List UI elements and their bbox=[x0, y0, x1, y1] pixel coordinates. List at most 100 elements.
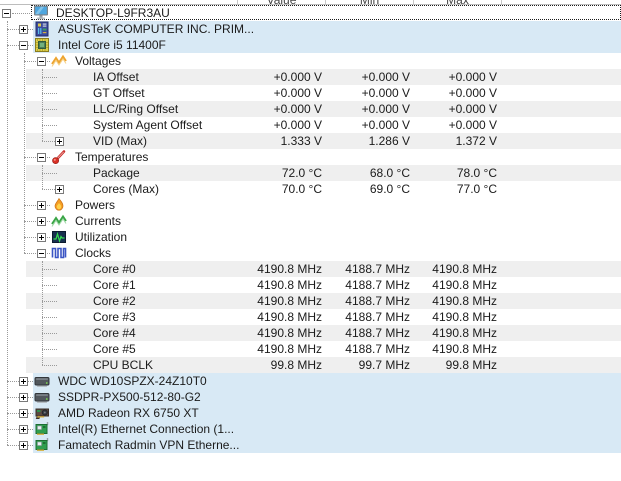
tree-connector-line bbox=[42, 109, 57, 110]
tree-row-desktop-l9fr3au[interactable]: DESKTOP-L9FR3AU bbox=[0, 5, 621, 21]
sensor-label: IA Offset bbox=[93, 70, 139, 84]
thermometer-icon bbox=[51, 149, 67, 165]
tree-row-llc-ring-offset[interactable]: LLC/Ring Offset +0.000 V +0.000 V +0.000 V bbox=[0, 101, 621, 117]
expand-toggle-icon[interactable] bbox=[19, 409, 28, 418]
sensor-label: Voltages bbox=[75, 54, 122, 68]
tree-connector-line bbox=[42, 349, 57, 350]
sensor-label: SSDPR-PX500-512-80-G2 bbox=[58, 390, 201, 404]
collapse-toggle-icon[interactable] bbox=[37, 57, 46, 66]
sensor-label: AMD Radeon RX 6750 XT bbox=[58, 406, 199, 420]
tree-row-cores-max[interactable]: Cores (Max) 70.0 °C 69.0 °C 77.0 °C bbox=[0, 181, 621, 197]
expand-toggle-icon[interactable] bbox=[19, 425, 28, 434]
sensor-label: Temperatures bbox=[75, 150, 149, 164]
tree-row-core-5[interactable]: Core #5 4190.8 MHz 4188.7 MHz 4190.8 MHz bbox=[0, 341, 621, 357]
max-cell: +0.000 V bbox=[448, 118, 497, 132]
expand-toggle-icon[interactable] bbox=[37, 233, 46, 242]
collapse-toggle-icon[interactable] bbox=[37, 249, 46, 258]
sensor-label: Intel(R) Ethernet Connection (1... bbox=[58, 422, 235, 436]
hdd-icon bbox=[34, 373, 50, 389]
max-cell: +0.000 V bbox=[448, 70, 497, 84]
monitor-icon bbox=[33, 5, 49, 21]
expand-toggle-icon[interactable] bbox=[19, 441, 28, 450]
max-cell: 4190.8 MHz bbox=[432, 294, 497, 308]
sensor-label: Powers bbox=[75, 198, 116, 212]
sensor-label: ASUSTeK COMPUTER INC. PRIM... bbox=[58, 22, 255, 36]
max-cell: +0.000 V bbox=[448, 86, 497, 100]
current-icon bbox=[51, 213, 67, 229]
tree-row-utilization[interactable]: Utilization bbox=[0, 229, 621, 245]
sensor-label: Core #1 bbox=[93, 278, 136, 292]
tree-connector-line bbox=[42, 93, 57, 94]
sensor-label: LLC/Ring Offset bbox=[93, 102, 179, 116]
sensor-label: DESKTOP-L9FR3AU bbox=[56, 6, 170, 20]
expand-toggle-icon[interactable] bbox=[19, 25, 28, 34]
tree-row-amd-radeon-rx-6750-xt[interactable]: AMD Radeon RX 6750 XT bbox=[0, 405, 621, 421]
collapse-toggle-icon[interactable] bbox=[37, 153, 46, 162]
tree-row-voltages[interactable]: Voltages bbox=[0, 53, 621, 69]
sensor-label: Core #4 bbox=[93, 326, 136, 340]
voltage-icon bbox=[51, 53, 67, 69]
max-cell: 4190.8 MHz bbox=[432, 326, 497, 340]
tree-connector-line bbox=[42, 365, 57, 366]
tree-row-core-2[interactable]: Core #2 4190.8 MHz 4188.7 MHz 4190.8 MHz bbox=[0, 293, 621, 309]
tree-row-package[interactable]: Package 72.0 °C 68.0 °C 78.0 °C bbox=[0, 165, 621, 181]
tree-branch-line bbox=[42, 165, 43, 189]
hdd-icon bbox=[34, 389, 50, 405]
tree-connector-line bbox=[42, 125, 57, 126]
tree-row-gt-offset[interactable]: GT Offset +0.000 V +0.000 V +0.000 V bbox=[0, 85, 621, 101]
sensor-label: Core #5 bbox=[93, 342, 136, 356]
max-cell: 4190.8 MHz bbox=[432, 278, 497, 292]
expand-toggle-icon[interactable] bbox=[37, 201, 46, 210]
tree-row-famatech-radmin-vpn-etherne[interactable]: Famatech Radmin VPN Etherne... bbox=[0, 437, 621, 453]
tree-row-intel-r-ethernet-connection-1[interactable]: Intel(R) Ethernet Connection (1... bbox=[0, 421, 621, 437]
collapse-toggle-icon[interactable] bbox=[2, 9, 11, 18]
max-cell: 1.372 V bbox=[455, 134, 497, 148]
tree-connector-line bbox=[42, 269, 57, 270]
tree-row-powers[interactable]: Powers bbox=[0, 197, 621, 213]
max-cell: +0.000 V bbox=[448, 102, 497, 116]
tree-row-clocks[interactable]: Clocks bbox=[0, 245, 621, 261]
gpu-icon bbox=[34, 405, 50, 421]
tree-row-ssdpr-px500-512-80-g2[interactable]: SSDPR-PX500-512-80-G2 bbox=[0, 389, 621, 405]
tree-connector-line bbox=[42, 285, 57, 286]
sensor-label: Core #0 bbox=[93, 262, 136, 276]
expand-toggle-icon[interactable] bbox=[55, 185, 64, 194]
sensor-label: Utilization bbox=[75, 230, 128, 244]
tree-row-core-0[interactable]: Core #0 4190.8 MHz 4188.7 MHz 4190.8 MHz bbox=[0, 261, 621, 277]
expand-toggle-icon[interactable] bbox=[55, 137, 64, 146]
hwmonitor-sensor-window: ValueMinMax DESKTOP-L9FR3AUASUSTeK COMPU… bbox=[0, 0, 621, 481]
max-cell: 4190.8 MHz bbox=[432, 342, 497, 356]
expand-toggle-icon[interactable] bbox=[37, 217, 46, 226]
sensor-label: WDC WD10SPZX-24Z10T0 bbox=[58, 374, 207, 388]
max-cell: 99.8 MHz bbox=[445, 358, 497, 372]
tree-connector-line bbox=[42, 173, 57, 174]
clock-wave-icon bbox=[51, 245, 67, 261]
tree-row-intel-core-i5-11400f[interactable]: Intel Core i5 11400F bbox=[0, 37, 621, 53]
tree-row-wdc-wd10spzx-24z10t0[interactable]: WDC WD10SPZX-24Z10T0 bbox=[0, 373, 621, 389]
max-cell: 78.0 °C bbox=[456, 166, 497, 180]
sensor-label: GT Offset bbox=[93, 86, 145, 100]
tree-row-temperatures[interactable]: Temperatures bbox=[0, 149, 621, 165]
tree-row-ia-offset[interactable]: IA Offset +0.000 V +0.000 V +0.000 V bbox=[0, 69, 621, 85]
nic-icon bbox=[34, 421, 50, 437]
tree-row-core-3[interactable]: Core #3 4190.8 MHz 4188.7 MHz 4190.8 MHz bbox=[0, 309, 621, 325]
collapse-toggle-icon[interactable] bbox=[19, 41, 28, 50]
tree-row-asustek-computer-inc-prim[interactable]: ASUSTeK COMPUTER INC. PRIM... bbox=[0, 21, 621, 37]
tree-connector-line bbox=[42, 333, 57, 334]
utilization-icon bbox=[51, 229, 67, 245]
expand-toggle-icon[interactable] bbox=[19, 377, 28, 386]
tree-branch-line bbox=[24, 53, 25, 253]
tree-connector-line bbox=[42, 77, 57, 78]
tree-connector-line bbox=[42, 317, 57, 318]
tree-row-core-4[interactable]: Core #4 4190.8 MHz 4188.7 MHz 4190.8 MHz bbox=[0, 325, 621, 341]
tree-branch-line bbox=[42, 69, 43, 141]
tree-row-cpu-bclk[interactable]: CPU BCLK 99.8 MHz 99.7 MHz 99.8 MHz bbox=[0, 357, 621, 373]
tree-row-currents[interactable]: Currents bbox=[0, 213, 621, 229]
expand-toggle-icon[interactable] bbox=[19, 393, 28, 402]
sensor-label: Cores (Max) bbox=[93, 182, 160, 196]
tree-row-system-agent-offset[interactable]: System Agent Offset +0.000 V +0.000 V +0.00… bbox=[0, 117, 621, 133]
tree-row-vid-max[interactable]: VID (Max) 1.333 V 1.286 V 1.372 V bbox=[0, 133, 621, 149]
tree-row-core-1[interactable]: Core #1 4190.8 MHz 4188.7 MHz 4190.8 MHz bbox=[0, 277, 621, 293]
nic-icon bbox=[34, 437, 50, 453]
sensor-label: Core #2 bbox=[93, 294, 136, 308]
